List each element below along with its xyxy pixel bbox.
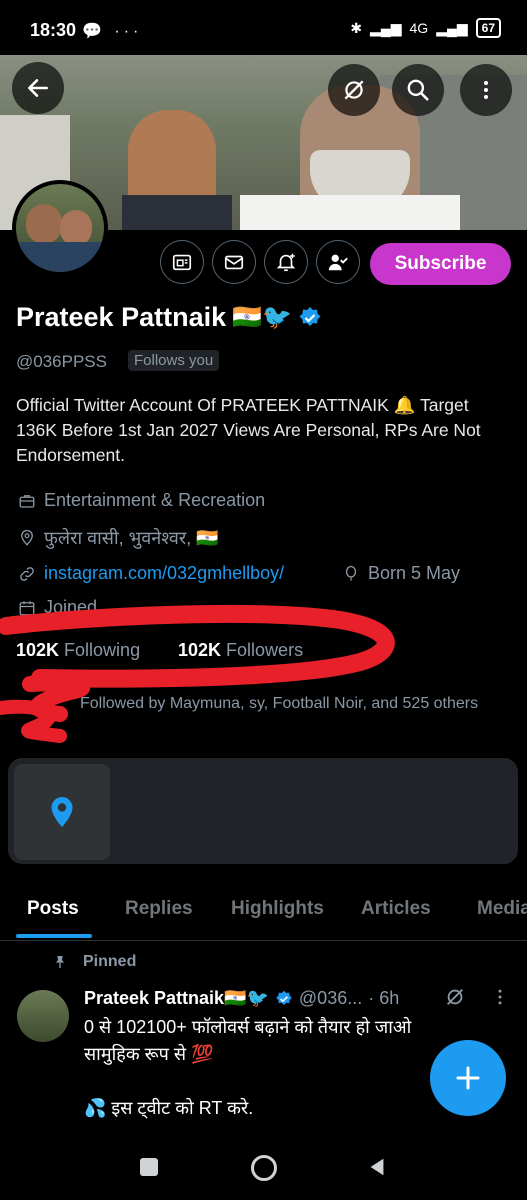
tweet-header: Prateek Pattnaik🇮🇳🐦 @036... · 6h (84, 988, 399, 1009)
location-pin-icon (21, 529, 33, 546)
map-pin-icon (51, 797, 73, 827)
mail-icon (224, 255, 244, 270)
followed-by-text[interactable]: Followed by Maymuna, sy, Football Noir, … (80, 692, 500, 716)
home-button[interactable] (251, 1155, 277, 1181)
plus-icon (456, 1066, 480, 1090)
back-button[interactable] (12, 62, 64, 114)
followers-label: Followers (226, 640, 304, 660)
banner-person-2-shirt (240, 195, 460, 230)
active-tab-indicator (16, 934, 92, 938)
tweet-avatar[interactable] (17, 990, 69, 1042)
avatar-face-1 (26, 204, 62, 244)
banner-person-1-shirt (122, 195, 232, 230)
network-type: 4G (409, 20, 429, 36)
profile-bio: Official Twitter Account Of PRATEEK PATT… (16, 395, 481, 465)
following-label: Following (64, 640, 141, 660)
subscriptions-button[interactable] (160, 240, 204, 284)
tweet-handle: @036... (298, 988, 363, 1008)
red-annotation-scribble (0, 604, 395, 743)
more-vertical-icon (484, 81, 488, 99)
back-arrow-icon (28, 79, 48, 97)
more-button[interactable] (460, 64, 512, 116)
tweet-text-spacer (84, 1068, 464, 1095)
battery-icon: 67 (475, 18, 501, 38)
tweet-more-icon[interactable] (490, 986, 510, 1008)
grok-icon[interactable] (444, 986, 466, 1008)
back-nav-button[interactable] (366, 1156, 388, 1178)
verified-badge-icon (276, 990, 292, 1005)
meta-born: Born 5 May (342, 563, 460, 584)
compose-fab[interactable] (430, 1040, 506, 1116)
following-stat[interactable]: 102K Following (16, 640, 140, 661)
tweet-text-line1: 0 से 102100+ फॉलोवर्स बढ़ाने को तैयार हो… (84, 1017, 412, 1037)
person-check-icon (328, 254, 348, 271)
profile-name-emojis: 🇮🇳🐦 (232, 304, 292, 331)
status-notification-icons: 💬 ··· (82, 23, 143, 40)
profile-name-text: Prateek Pattnaik (16, 302, 227, 332)
followers-stat[interactable]: 102K Followers (178, 640, 303, 661)
pinned-label: Pinned (83, 953, 137, 970)
meta-location: फुलेरा वासी, भुवनेश्वर, 🇮🇳 (18, 526, 219, 550)
bell-plus-icon (276, 253, 296, 272)
link-icon (20, 566, 34, 581)
grok-button[interactable] (328, 64, 380, 116)
bluetooth-icon: ✱ (350, 19, 363, 36)
search-icon (407, 79, 429, 101)
tweet-text-line3: 💦 इस ट्वीट को RT करे. (84, 1098, 254, 1118)
tweet-author[interactable]: Prateek Pattnaik🇮🇳🐦 (84, 988, 269, 1009)
notifications-button[interactable] (264, 240, 308, 284)
follows-you-badge: Follows you (128, 350, 220, 371)
grok-icon (344, 80, 364, 100)
verified-badge-icon (299, 306, 321, 326)
recents-button[interactable] (140, 1158, 158, 1176)
category-text: Entertainment & Recreation (44, 490, 266, 510)
meta-link[interactable]: instagram.com/032gmhellboy/ (18, 563, 284, 584)
profile-handle: @036PPSS (16, 352, 107, 371)
born-text: Born 5 May (368, 563, 461, 583)
avatar-face-2 (60, 210, 92, 246)
subscribe-button[interactable]: Subscribe (370, 243, 511, 285)
pin-icon (56, 956, 64, 968)
tab-articles[interactable]: Articles (361, 898, 431, 920)
tab-replies[interactable]: Replies (125, 898, 193, 920)
tweet-text[interactable]: 0 से 102100+ फॉलोवर्स बढ़ाने को तैयार हो… (84, 1014, 464, 1122)
location-text: फुलेरा वासी, भुवनेश्वर, 🇮🇳 (44, 528, 219, 548)
status-right: ✱ ▂▄▆ 4G ▂▄▆ 67 (350, 18, 501, 38)
avatar-clothes (16, 242, 104, 272)
location-card-thumbnail (14, 764, 110, 860)
signal-icon: ▂▄▆ (370, 19, 402, 36)
briefcase-icon (19, 494, 35, 508)
profile-name: Prateek Pattnaik 🇮🇳🐦 (16, 302, 322, 333)
tweet-time: · 6h (368, 988, 400, 1008)
followers-count: 102K (178, 640, 222, 660)
status-time: 18:30 (30, 20, 77, 40)
profile-avatar[interactable] (12, 180, 108, 276)
shop-icon (172, 254, 192, 271)
meta-category: Entertainment & Recreation (18, 490, 265, 511)
tab-media[interactable]: Media (477, 898, 527, 920)
message-button[interactable] (212, 240, 256, 284)
following-count: 102K (16, 640, 60, 660)
tweet-text-line2: सामुहिक रूप से 💯 (84, 1044, 214, 1064)
signal-icon-2: ▂▄▆ (436, 19, 468, 36)
profile-link[interactable]: instagram.com/032gmhellboy/ (44, 563, 284, 584)
balloon-icon (345, 565, 357, 581)
following-button[interactable] (316, 240, 360, 284)
search-button[interactable] (392, 64, 444, 116)
tab-highlights[interactable]: Highlights (231, 898, 324, 920)
tab-posts[interactable]: Posts (27, 898, 79, 920)
